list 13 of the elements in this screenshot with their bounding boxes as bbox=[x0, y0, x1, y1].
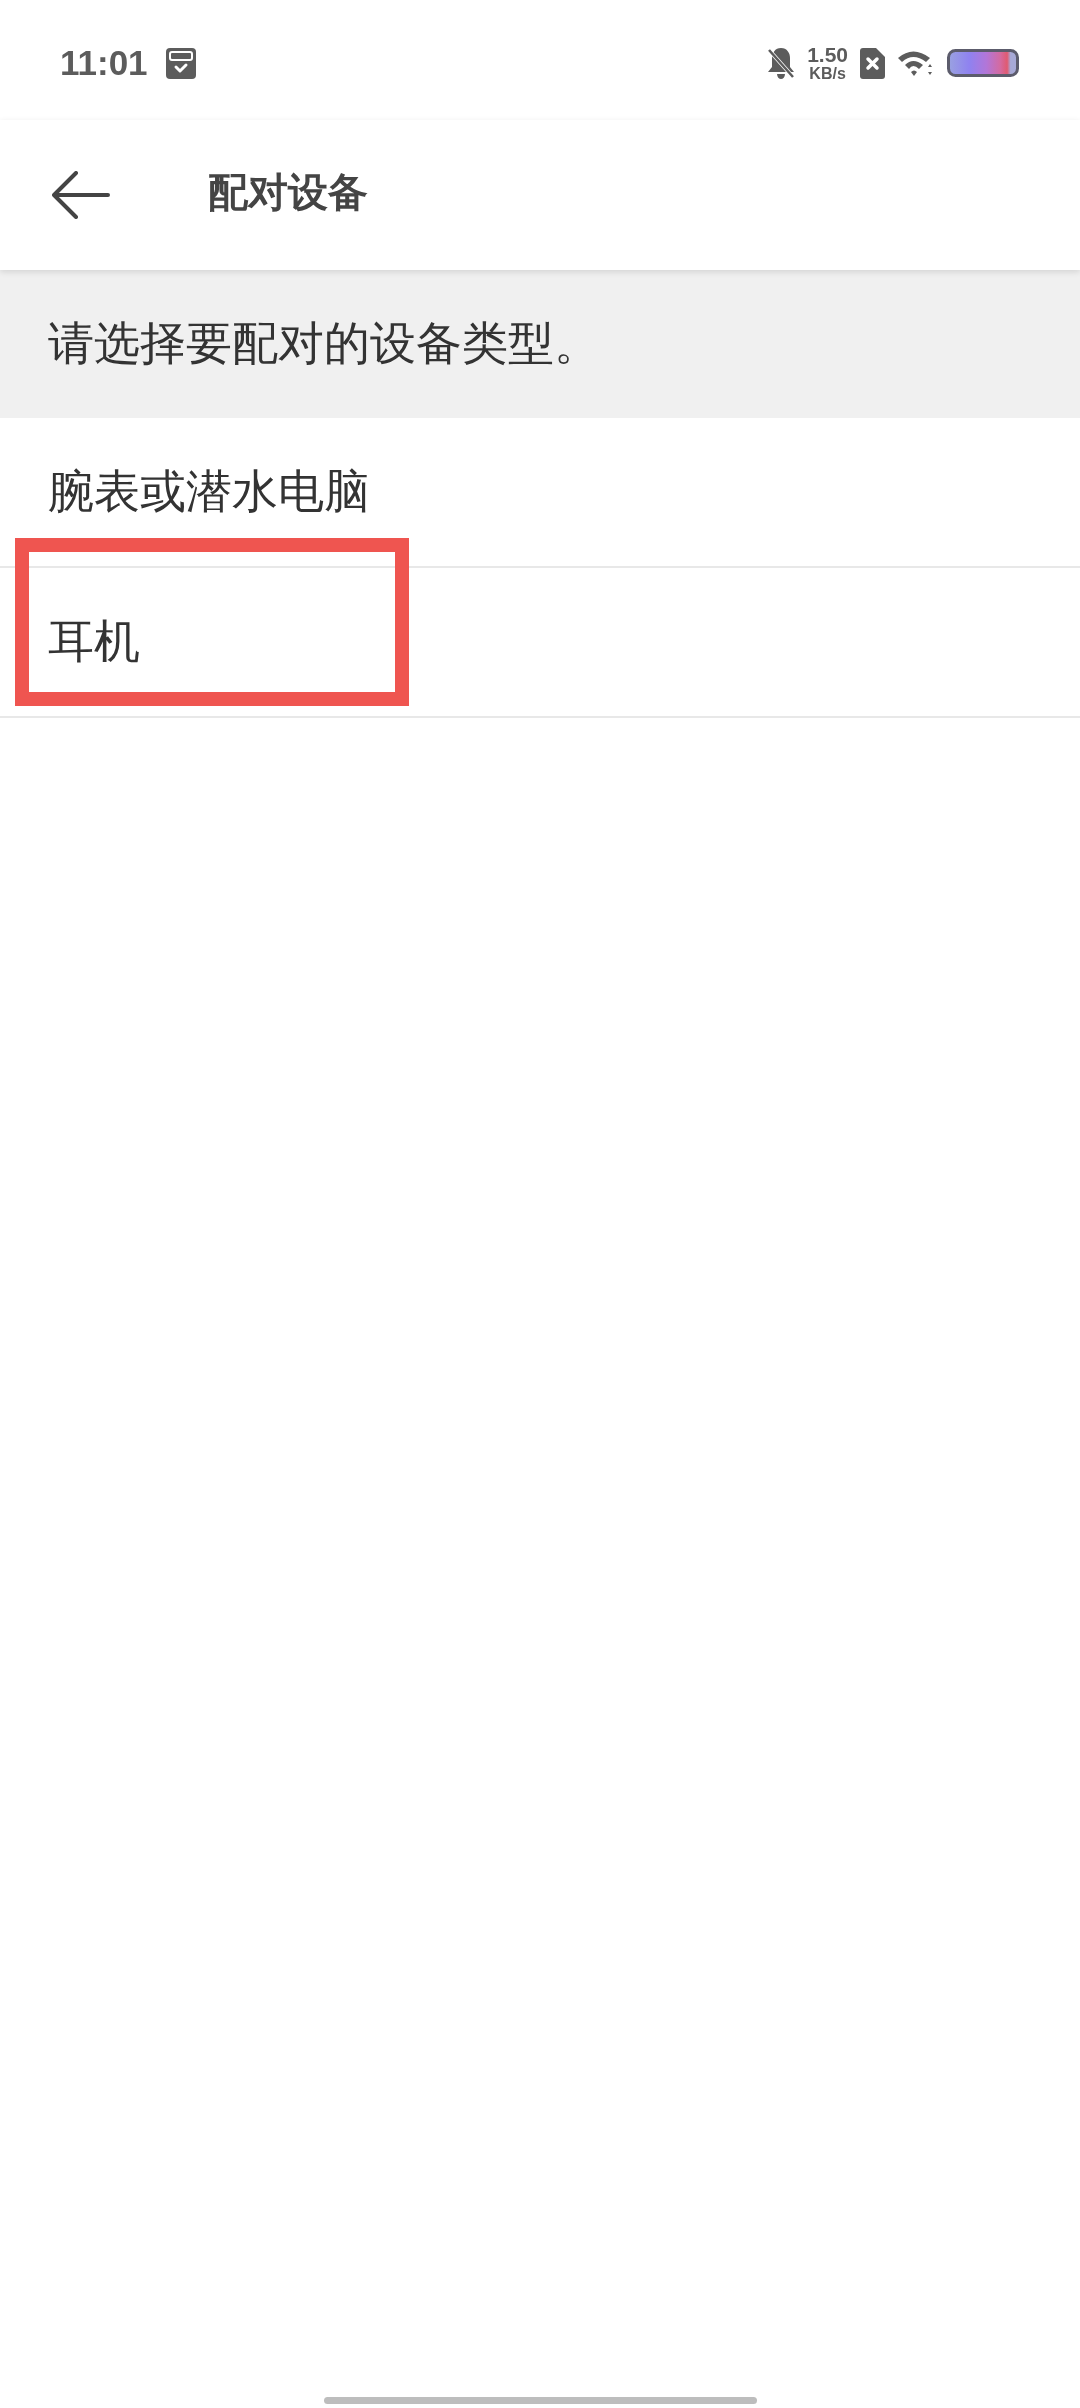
sim-card-x-icon bbox=[860, 47, 885, 79]
prompt-banner: 请选择要配对的设备类型。 bbox=[0, 270, 1080, 418]
network-speed-unit: KB/s bbox=[809, 66, 846, 82]
device-type-item[interactable]: 腕表或潜水电脑 bbox=[48, 461, 370, 523]
network-speed-value: 1.50 bbox=[807, 44, 848, 65]
back-arrow-icon bbox=[52, 171, 110, 219]
page-title: 配对设备 bbox=[208, 167, 368, 217]
bell-off-icon bbox=[767, 47, 796, 79]
calendar-check-icon bbox=[165, 47, 196, 79]
status-time: 11:01 bbox=[60, 43, 148, 83]
back-button[interactable] bbox=[50, 169, 112, 221]
device-type-item[interactable]: 耳机 bbox=[48, 611, 140, 673]
battery-icon bbox=[947, 49, 1019, 77]
